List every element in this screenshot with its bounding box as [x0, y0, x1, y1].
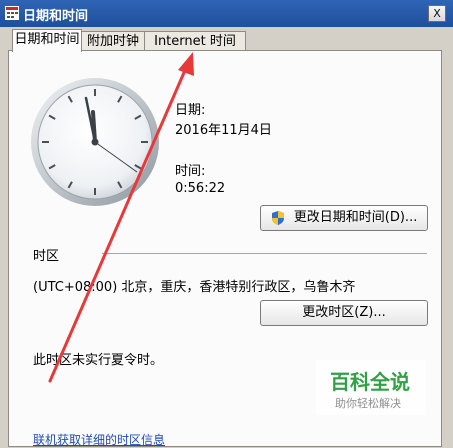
title-bar[interactable]: 日期和时间 X [0, 0, 453, 27]
window-icon [5, 6, 19, 20]
time-label: 时间: [175, 164, 206, 179]
change-date-time-label: 更改日期和时间(D)... [293, 210, 418, 225]
timezone-info-link[interactable]: 联机获取详细的时区信息 [33, 431, 165, 448]
watermark: 百科全说 助你轻松解决 [316, 360, 426, 415]
timezone-value: (UTC+08:00) 北京，重庆，香港特别行政区，乌鲁木齐 [33, 280, 356, 295]
watermark-title: 百科全说 [330, 370, 410, 394]
date-value: 2016年11月4日 [175, 123, 272, 138]
tab-label: 日期和时间 [14, 32, 80, 47]
close-button[interactable]: X [428, 5, 446, 22]
datetime-dialog: 日期和时间 X 日期和时间 附加时钟 Internet 时间 日期: 2016年… [0, 0, 453, 447]
date-label: 日期: [175, 103, 206, 118]
window-title: 日期和时间 [23, 9, 89, 24]
tab-additional-clocks[interactable]: 附加时钟 [81, 31, 145, 52]
tab-label: 附加时钟 [86, 34, 139, 49]
clock-icon [31, 78, 159, 206]
tab-date-time[interactable]: 日期和时间 [12, 29, 82, 52]
close-icon: X [433, 7, 441, 20]
dst-note: 此时区未实行夏令时。 [33, 353, 164, 368]
change-date-time-button[interactable]: 更改日期和时间(D)... [260, 205, 428, 231]
timezone-heading: 时区 [33, 249, 60, 264]
section-divider [102, 253, 427, 254]
shield-icon [271, 210, 284, 225]
change-timezone-label: 更改时区(Z)... [302, 305, 386, 320]
tab-internet-time[interactable]: Internet 时间 [144, 31, 246, 52]
tab-label: Internet 时间 [154, 34, 236, 49]
watermark-subtitle: 助你轻松解决 [335, 397, 401, 410]
time-value: 0:56:22 [175, 181, 226, 196]
change-timezone-button[interactable]: 更改时区(Z)... [260, 300, 428, 326]
